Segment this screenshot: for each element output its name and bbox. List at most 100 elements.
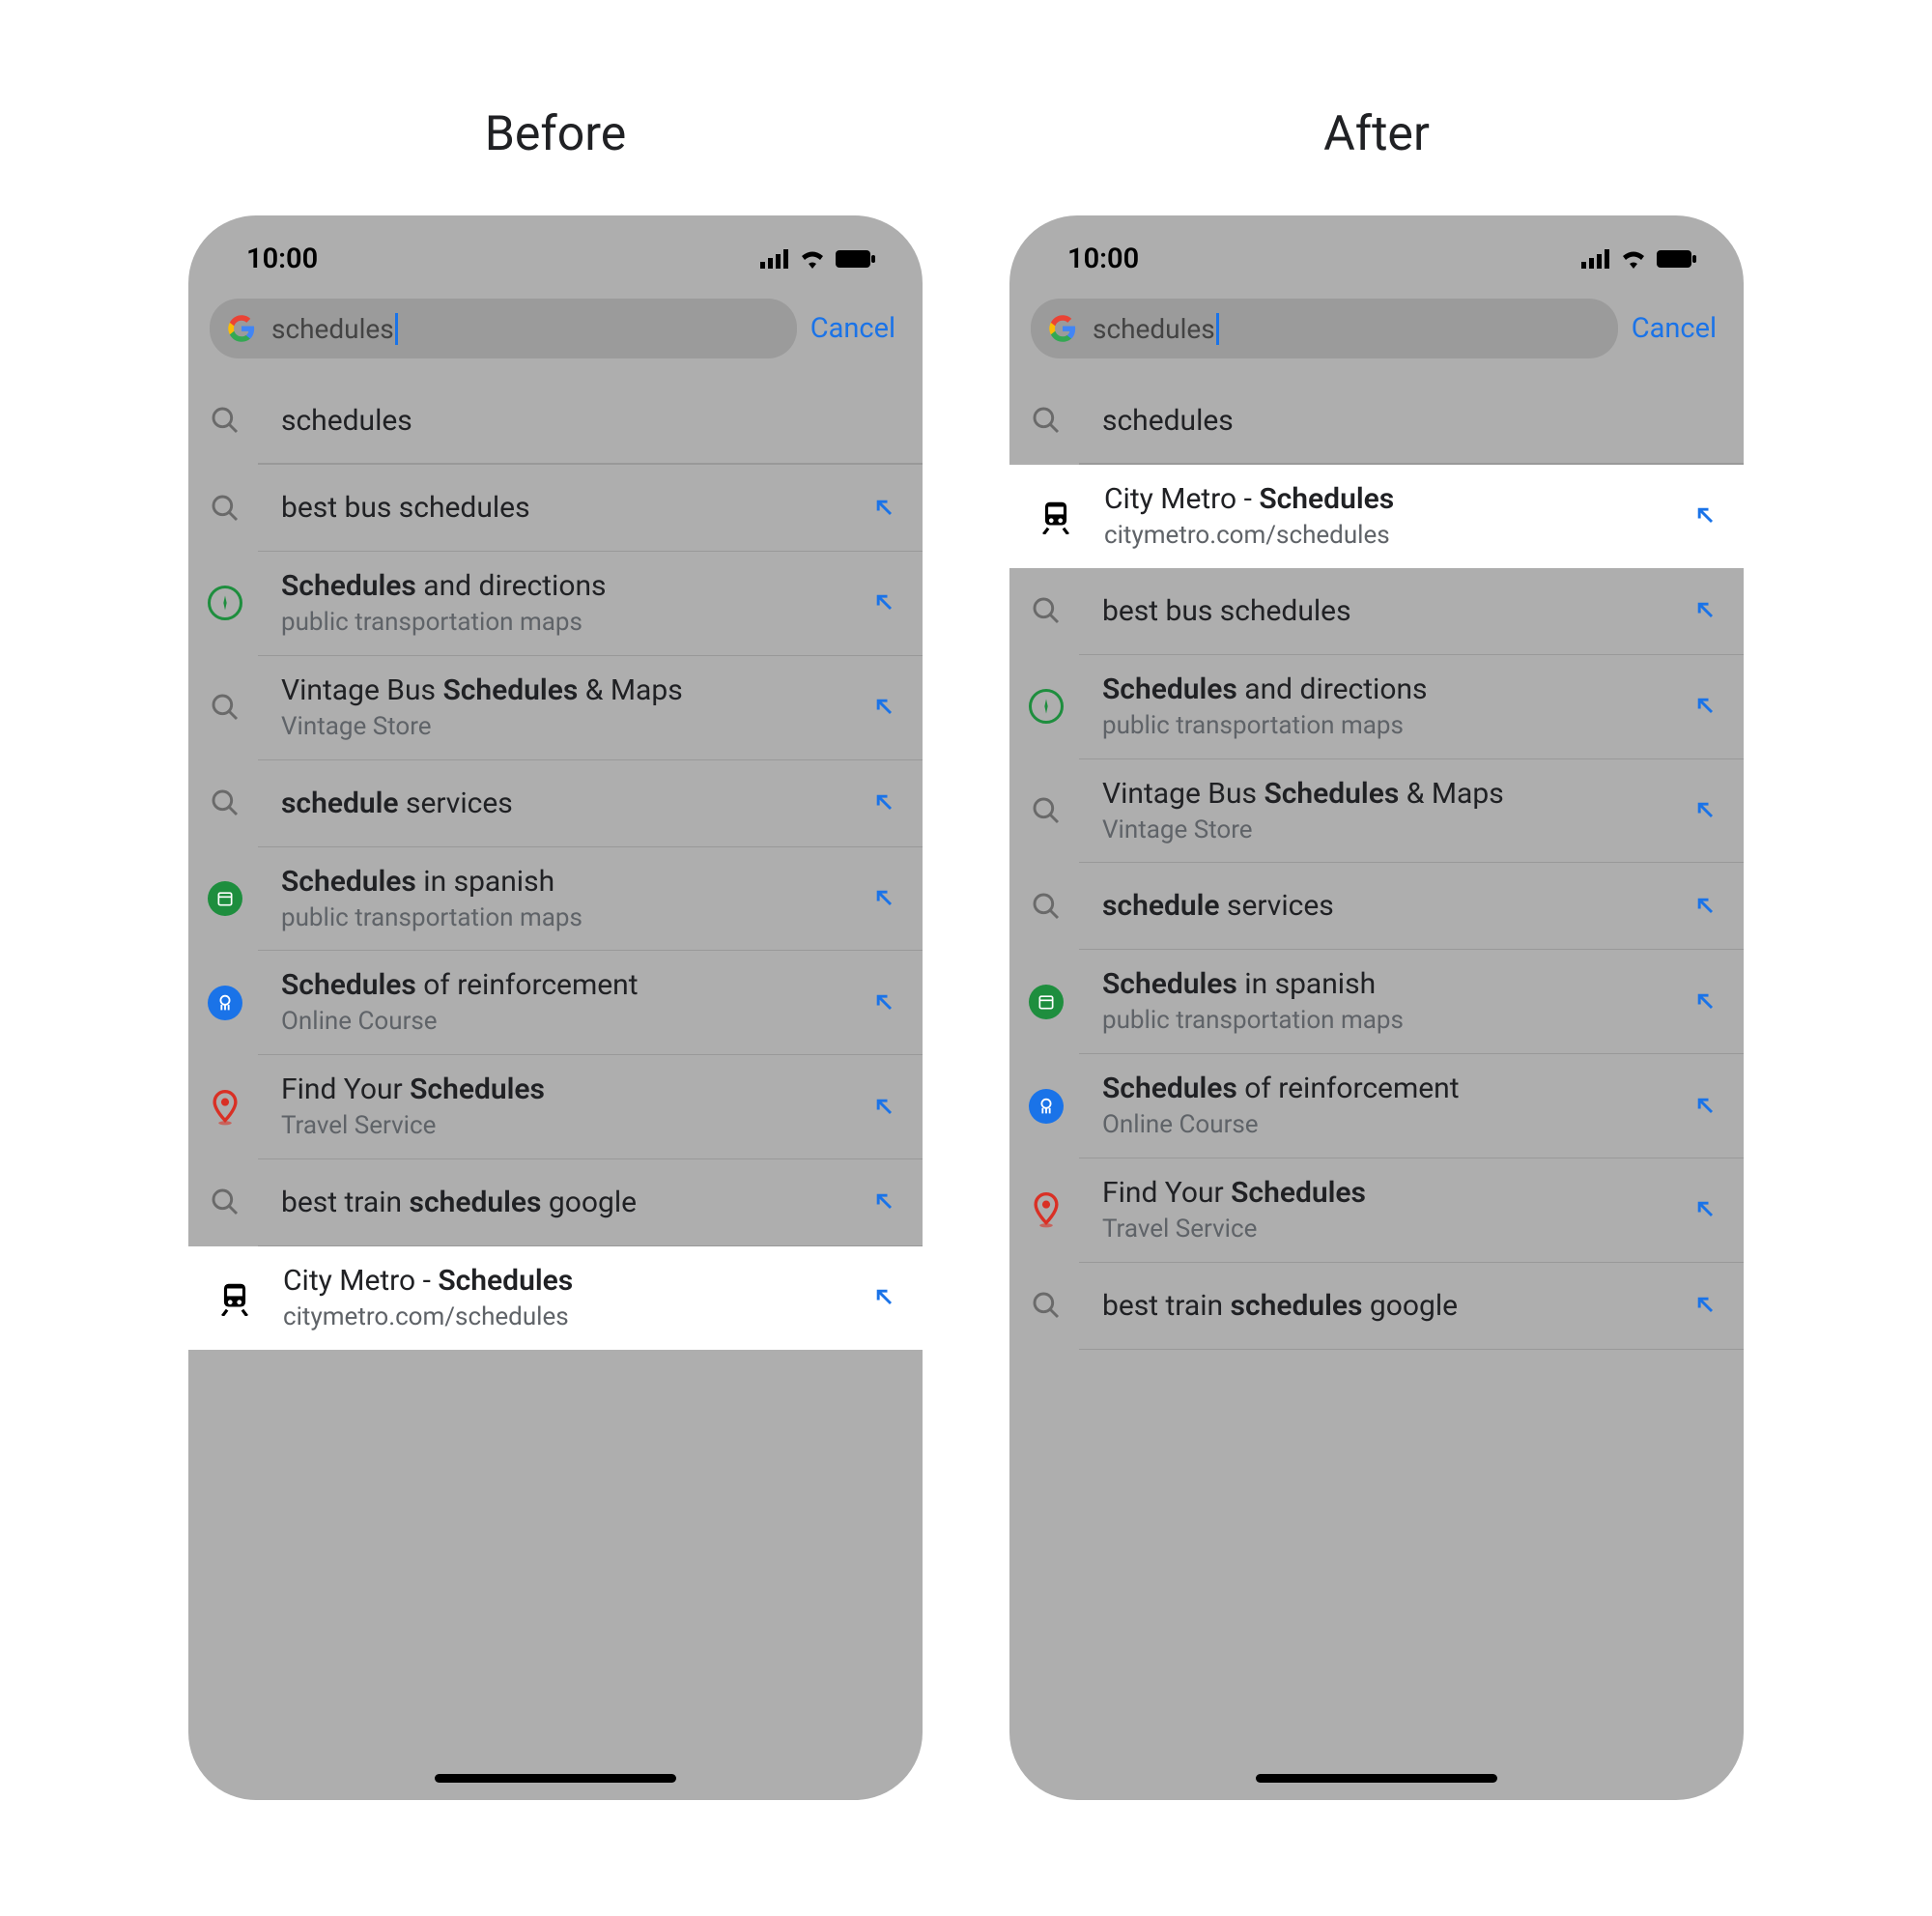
- suggestion-subtitle: Travel Service: [281, 1110, 847, 1143]
- cellular-icon: [1581, 249, 1610, 269]
- suggestion-text: schedules: [281, 402, 899, 440]
- search-row: schedules Cancel: [188, 293, 923, 378]
- arrow-up-left-icon[interactable]: [1691, 796, 1720, 825]
- status-time: 10:00: [1067, 243, 1139, 275]
- suggestion-row[interactable]: Schedules in spanishpublic transportatio…: [258, 847, 923, 952]
- train-icon: [212, 1280, 258, 1315]
- status-icons: [760, 249, 876, 269]
- suggestion-row[interactable]: schedule services: [1079, 863, 1744, 950]
- suggestion-title: Schedules in spanish: [281, 863, 847, 901]
- search-row: schedules Cancel: [1009, 293, 1744, 378]
- search-icon: [208, 690, 242, 725]
- suggestion-title: schedule services: [281, 785, 847, 822]
- suggestion-text: schedule services: [281, 785, 847, 822]
- suggestion-row[interactable]: best train schedules google: [1079, 1263, 1744, 1350]
- cancel-button[interactable]: Cancel: [810, 312, 901, 345]
- home-indicator[interactable]: [1256, 1774, 1497, 1783]
- arrow-up-left-icon[interactable]: [870, 588, 899, 617]
- search-icon: [208, 1185, 242, 1219]
- suggestion-list-after: schedules City Metro - Schedulescitymetro…: [1009, 378, 1744, 1350]
- suggestion-subtitle: Vintage Store: [281, 711, 847, 744]
- suggestion-title: Find Your Schedules: [281, 1071, 847, 1108]
- before-heading: Before: [485, 106, 627, 162]
- battery-icon: [1657, 249, 1697, 269]
- arrow-up-left-icon[interactable]: [870, 1187, 899, 1216]
- battery-icon: [836, 249, 876, 269]
- suggestion-title: City Metro - Schedules: [1104, 480, 1668, 518]
- status-time: 10:00: [246, 243, 318, 275]
- before-column: Before 10:00 schedules Cancel s: [188, 106, 923, 1800]
- search-query-text: schedules: [271, 313, 394, 345]
- arrow-up-left-icon[interactable]: [1691, 1291, 1720, 1320]
- search-icon: [1029, 1288, 1064, 1323]
- suggestion-row[interactable]: Schedules and directionspublic transport…: [258, 552, 923, 656]
- google-logo-icon: [1048, 314, 1077, 343]
- suggestion-subtitle: Online Course: [1102, 1109, 1668, 1142]
- suggestion-text: City Metro - Schedulescitymetro.com/sche…: [283, 1262, 847, 1334]
- arrow-up-left-icon[interactable]: [1691, 1092, 1720, 1121]
- suggestion-row[interactable]: schedules: [1079, 378, 1744, 465]
- search-input[interactable]: schedules: [1031, 299, 1618, 358]
- search-icon: [1029, 793, 1064, 828]
- suggestion-row[interactable]: schedules: [258, 378, 923, 465]
- suggestion-title: schedules: [281, 402, 899, 440]
- suggestion-subtitle: public transportation maps: [281, 607, 847, 640]
- suggestion-row[interactable]: best bus schedules: [1079, 568, 1744, 655]
- phone-mockup-before: 10:00 schedules Cancel schedules best bus…: [188, 215, 923, 1800]
- arrow-up-left-icon[interactable]: [1691, 501, 1720, 530]
- compass-icon: [1029, 689, 1064, 724]
- arrow-up-left-icon[interactable]: [870, 788, 899, 817]
- arrow-up-left-icon[interactable]: [870, 693, 899, 722]
- suggestion-row[interactable]: Vintage Bus Schedules & MapsVintage Stor…: [258, 656, 923, 760]
- train-icon: [1033, 499, 1079, 533]
- arrow-up-left-icon[interactable]: [870, 494, 899, 523]
- arrow-up-left-icon[interactable]: [870, 1283, 899, 1312]
- suggestion-row[interactable]: Schedules and directionspublic transport…: [1079, 655, 1744, 759]
- suggestion-title: best train schedules google: [1102, 1287, 1668, 1325]
- suggestion-subtitle: public transportation maps: [1102, 710, 1668, 743]
- status-bar: 10:00: [188, 215, 923, 293]
- suggestion-row[interactable]: best bus schedules: [258, 465, 923, 552]
- search-icon: [1029, 593, 1064, 628]
- home-indicator[interactable]: [435, 1774, 676, 1783]
- arrow-up-left-icon[interactable]: [1691, 692, 1720, 721]
- suggestion-text: best bus schedules: [281, 489, 847, 527]
- suggestion-title: Vintage Bus Schedules & Maps: [281, 672, 847, 709]
- suggestion-subtitle: Vintage Store: [1102, 815, 1668, 847]
- text-cursor: [395, 313, 398, 345]
- suggestion-text: Schedules and directionspublic transport…: [1102, 671, 1668, 743]
- arrow-up-left-icon[interactable]: [1691, 596, 1720, 625]
- search-icon: [208, 403, 242, 438]
- arrow-up-left-icon[interactable]: [870, 1093, 899, 1122]
- arrow-up-left-icon[interactable]: [870, 884, 899, 913]
- suggestion-row[interactable]: City Metro - Schedulescitymetro.com/sche…: [188, 1246, 923, 1350]
- suggestion-row[interactable]: Schedules of reinforcementOnline Course: [1079, 1054, 1744, 1158]
- arrow-up-left-icon[interactable]: [1691, 892, 1720, 921]
- suggestion-row[interactable]: best train schedules google: [258, 1159, 923, 1246]
- compass-icon: [208, 586, 242, 620]
- suggestion-text: best bus schedules: [1102, 592, 1668, 630]
- suggestion-text: schedule services: [1102, 887, 1668, 925]
- suggestion-text: schedules: [1102, 402, 1720, 440]
- suggestion-title: best bus schedules: [281, 489, 847, 527]
- suggestion-row[interactable]: Find Your SchedulesTravel Service: [258, 1055, 923, 1159]
- arrow-up-left-icon[interactable]: [1691, 987, 1720, 1016]
- text-cursor: [1216, 313, 1219, 345]
- arrow-up-left-icon[interactable]: [870, 988, 899, 1017]
- search-input[interactable]: schedules: [210, 299, 797, 358]
- suggestion-row[interactable]: City Metro - Schedulescitymetro.com/sche…: [1009, 465, 1744, 568]
- suggestion-row[interactable]: Find Your SchedulesTravel Service: [1079, 1158, 1744, 1263]
- google-logo-icon: [227, 314, 256, 343]
- suggestion-title: Schedules and directions: [1102, 671, 1668, 708]
- cancel-button[interactable]: Cancel: [1632, 312, 1722, 345]
- suggestion-row[interactable]: Vintage Bus Schedules & MapsVintage Stor…: [1079, 759, 1744, 864]
- arrow-up-left-icon[interactable]: [1691, 1195, 1720, 1224]
- suggestion-row[interactable]: Schedules of reinforcementOnline Course: [258, 951, 923, 1055]
- suggestion-text: Schedules and directionspublic transport…: [281, 567, 847, 640]
- suggestion-title: Vintage Bus Schedules & Maps: [1102, 775, 1668, 813]
- suggestion-text: Find Your SchedulesTravel Service: [281, 1071, 847, 1143]
- search-icon: [1029, 403, 1064, 438]
- suggestion-title: best train schedules google: [281, 1184, 847, 1221]
- suggestion-row[interactable]: schedule services: [258, 760, 923, 847]
- suggestion-row[interactable]: Schedules in spanishpublic transportatio…: [1079, 950, 1744, 1054]
